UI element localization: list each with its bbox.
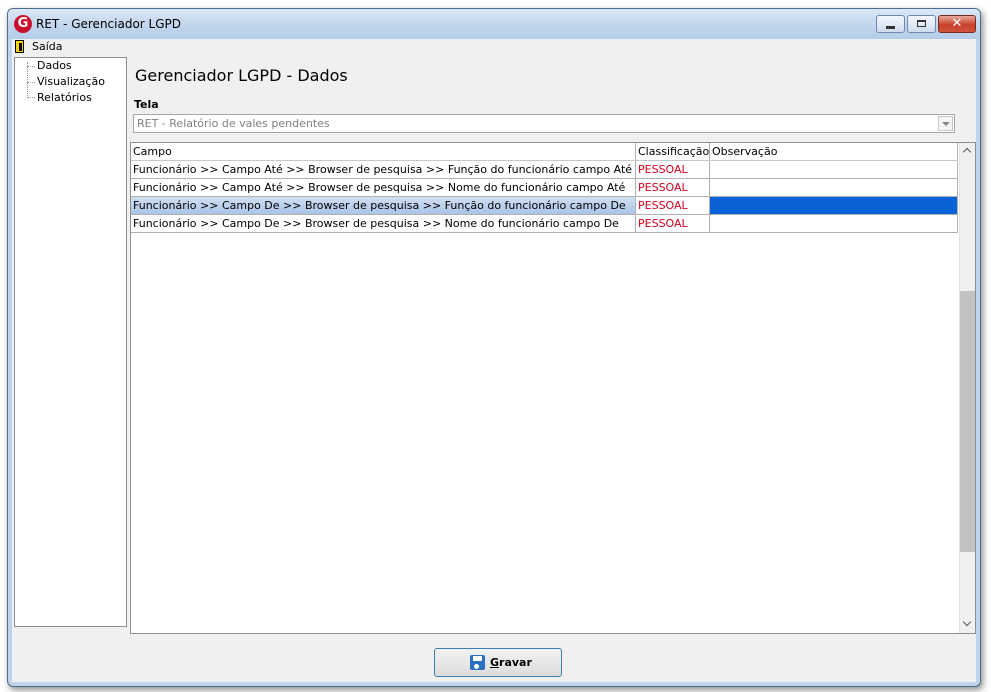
tree-item-dados[interactable]: Dados bbox=[37, 59, 72, 72]
app-logo-icon: G bbox=[14, 15, 32, 33]
tree-connector bbox=[27, 62, 28, 96]
minimize-icon bbox=[886, 26, 895, 29]
maximize-icon bbox=[917, 20, 926, 27]
cell-observacao[interactable] bbox=[710, 161, 958, 179]
save-button-label: Gravar bbox=[490, 656, 532, 669]
title-bar[interactable]: G RET - Gerenciador LGPD ✕ bbox=[8, 9, 980, 39]
cell-observacao[interactable] bbox=[710, 215, 958, 233]
column-header-classificacao[interactable]: Classificação bbox=[636, 143, 710, 160]
floppy-disk-icon bbox=[470, 655, 485, 670]
screen-field-label: Tela bbox=[134, 98, 159, 111]
cell-classificacao[interactable]: PESSOAL bbox=[636, 161, 710, 179]
column-header-observacao[interactable]: Observação bbox=[710, 143, 958, 160]
cell-campo[interactable]: Funcionário >> Campo Até >> Browser de p… bbox=[131, 161, 636, 179]
menu-bar: Saída bbox=[12, 39, 976, 55]
table-row[interactable]: Funcionário >> Campo Até >> Browser de p… bbox=[131, 179, 958, 197]
tree-connector bbox=[27, 97, 35, 98]
cell-observacao[interactable] bbox=[710, 179, 958, 197]
screen-select[interactable]: RET - Relatório de vales pendentes bbox=[133, 114, 955, 133]
vertical-scrollbar[interactable] bbox=[959, 143, 975, 633]
tree-connector bbox=[27, 82, 35, 83]
cell-classificacao[interactable]: PESSOAL bbox=[636, 215, 710, 233]
window-title: RET - Gerenciador LGPD bbox=[36, 17, 182, 31]
data-grid: Campo Classificação Observação Funcionár… bbox=[130, 142, 976, 634]
save-button[interactable]: Gravar bbox=[434, 648, 562, 677]
menu-item-saida-label: Saída bbox=[32, 40, 63, 53]
tree-connector bbox=[27, 66, 35, 67]
exit-door-icon bbox=[15, 40, 24, 53]
cell-campo[interactable]: Funcionário >> Campo De >> Browser de pe… bbox=[131, 197, 636, 215]
scroll-down-icon[interactable] bbox=[960, 616, 975, 633]
scroll-up-icon[interactable] bbox=[960, 143, 975, 160]
cell-classificacao[interactable]: PESSOAL bbox=[636, 179, 710, 197]
window-client-area: Saída Dados Visualização Relatórios Gere… bbox=[12, 39, 976, 682]
cell-classificacao[interactable]: PESSOAL bbox=[636, 197, 710, 215]
menu-item-saida[interactable]: Saída bbox=[12, 39, 72, 55]
chevron-down-icon[interactable] bbox=[938, 116, 953, 131]
maximize-button[interactable] bbox=[907, 15, 936, 33]
tree-item-relatorios[interactable]: Relatórios bbox=[37, 91, 92, 104]
app-window: G RET - Gerenciador LGPD ✕ Saída Dados V… bbox=[7, 8, 981, 687]
cell-campo[interactable]: Funcionário >> Campo Até >> Browser de p… bbox=[131, 179, 636, 197]
table-row[interactable]: Funcionário >> Campo Até >> Browser de p… bbox=[131, 161, 958, 179]
main-panel: Gerenciador LGPD - Dados Tela RET - Rela… bbox=[129, 57, 976, 634]
page-title: Gerenciador LGPD - Dados bbox=[135, 66, 348, 85]
scrollbar-thumb[interactable] bbox=[960, 291, 975, 552]
column-header-campo[interactable]: Campo bbox=[131, 143, 636, 160]
tree-item-visualizacao[interactable]: Visualização bbox=[37, 75, 105, 88]
navigation-tree: Dados Visualização Relatórios bbox=[14, 57, 127, 627]
grid-header: Campo Classificação Observação bbox=[131, 143, 958, 161]
cell-observacao-focused[interactable] bbox=[710, 197, 958, 215]
close-button[interactable]: ✕ bbox=[938, 15, 976, 33]
close-icon: ✕ bbox=[951, 16, 963, 31]
minimize-button[interactable] bbox=[876, 15, 905, 33]
table-row-selected[interactable]: Funcionário >> Campo De >> Browser de pe… bbox=[131, 197, 958, 215]
cell-campo[interactable]: Funcionário >> Campo De >> Browser de pe… bbox=[131, 215, 636, 233]
table-row[interactable]: Funcionário >> Campo De >> Browser de pe… bbox=[131, 215, 958, 233]
screen-select-value: RET - Relatório de vales pendentes bbox=[137, 117, 330, 130]
